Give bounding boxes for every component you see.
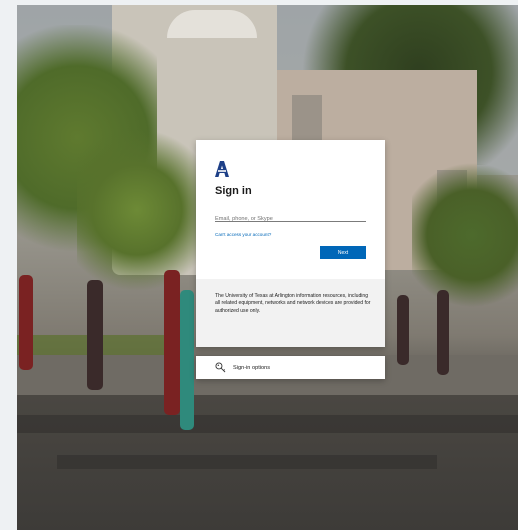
email-input[interactable] — [215, 213, 366, 225]
pedestrian — [437, 290, 449, 375]
pedestrian — [397, 295, 409, 365]
email-field-container[interactable] — [215, 207, 366, 225]
cant-access-account-link[interactable]: Can't access your account? — [215, 232, 271, 237]
tree-shadow — [17, 415, 518, 433]
pedestrian — [164, 270, 180, 415]
sign-in-options-button[interactable]: Sign-in options — [196, 356, 385, 379]
key-icon — [215, 362, 226, 373]
pedestrian — [180, 290, 194, 430]
pedestrian — [87, 280, 103, 390]
next-button[interactable]: Next — [320, 246, 366, 259]
tree-right-2 — [412, 155, 518, 315]
uta-a-logo-icon — [215, 161, 229, 177]
sign-in-footer: The University of Texas at Arlington inf… — [196, 279, 385, 347]
sign-in-title: Sign in — [215, 185, 252, 197]
sign-in-card: Sign in Can't access your account? Next … — [196, 140, 385, 347]
building-rotunda — [167, 10, 257, 38]
authorized-use-notice: The University of Texas at Arlington inf… — [215, 293, 371, 314]
tree-shadow — [57, 455, 437, 469]
pedestrian — [19, 275, 33, 370]
sign-in-options-label: Sign-in options — [233, 364, 271, 371]
